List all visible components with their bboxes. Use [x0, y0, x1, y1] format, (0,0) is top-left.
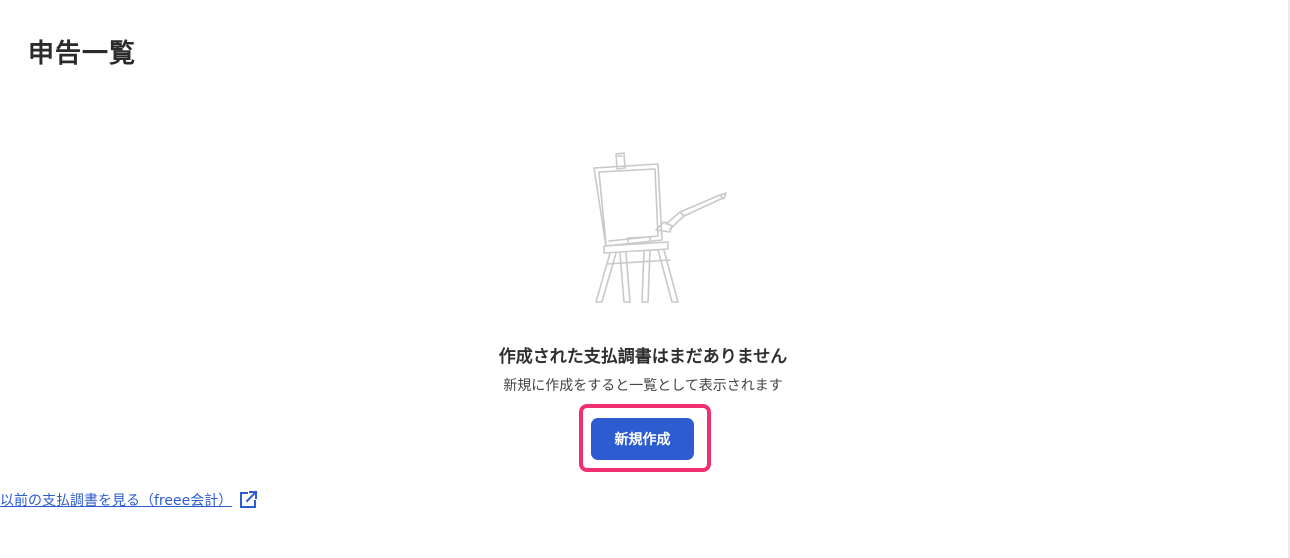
- old-records-link[interactable]: 以前の支払調書を見る（freee会計）: [0, 490, 258, 510]
- external-link-icon: [240, 490, 258, 508]
- empty-state-title: 作成された支払調書はまだありません: [498, 347, 788, 367]
- page: 申告一覧 作成された支払調書はまだありません 新規に作成をすると一覧として表示さ…: [0, 0, 1290, 558]
- create-new-button[interactable]: 新規作成: [591, 418, 694, 460]
- old-records-link-label: 以前の支払調書を見る（freee会計）: [0, 493, 233, 509]
- page-title: 申告一覧: [28, 39, 137, 69]
- empty-state-description: 新規に作成をすると一覧として表示されます: [503, 378, 783, 394]
- easel-with-paintbrush-icon: [593, 152, 727, 303]
